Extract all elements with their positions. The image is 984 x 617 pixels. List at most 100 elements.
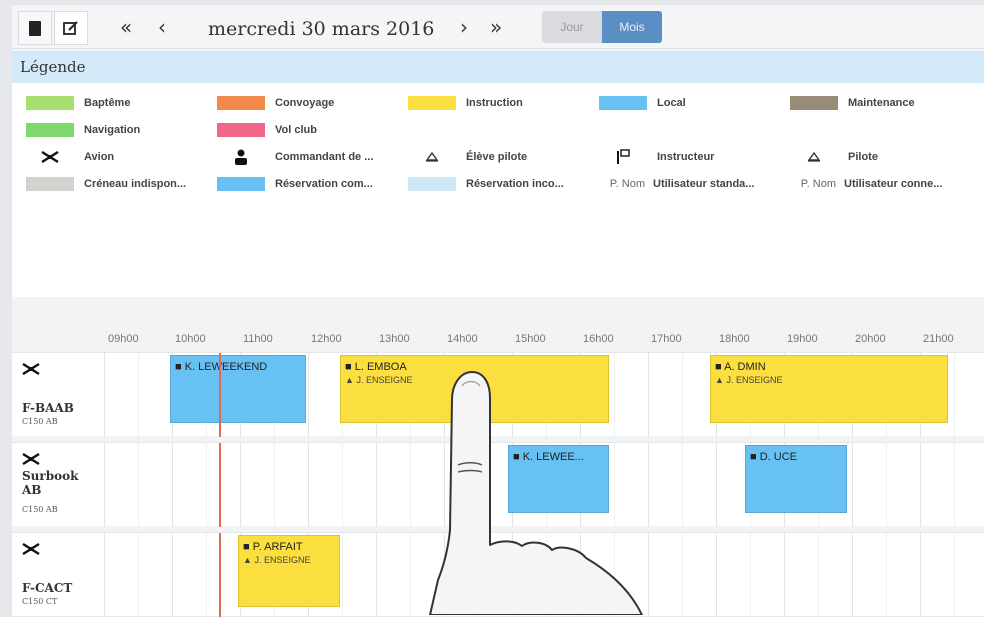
booking-block[interactable]: ■ P. ARFAIT ▲ J. ENSEIGNE — [238, 535, 340, 607]
aircraft-label[interactable]: F-BAAB C150 AB — [22, 353, 102, 437]
airplane-icon — [26, 149, 74, 165]
legend-item-creneau: Créneau indispon... — [26, 174, 186, 194]
booking-block[interactable]: ■ D. UCE — [745, 445, 847, 513]
reservation-confirmed-swatch — [217, 177, 265, 191]
aircraft-label[interactable]: F-CACT C150 CT — [22, 533, 102, 617]
hour-grid-line — [104, 353, 105, 437]
edit-icon — [63, 21, 78, 35]
current-time-line — [219, 443, 221, 527]
edit-button[interactable] — [54, 11, 88, 45]
airplane-icon — [22, 361, 40, 379]
book-icon — [29, 20, 41, 36]
half-hour-grid-line — [614, 533, 615, 617]
legend-item-vol-club: Vol club — [217, 120, 317, 140]
half-hour-grid-line — [750, 533, 751, 617]
booking-block[interactable]: ■ L. EMBOA ▲ J. ENSEIGNE — [340, 355, 609, 423]
hour-label: 11h00 — [243, 333, 273, 345]
aircraft-row: Surbook AB C150 AB ■ K. LEWEE... ■ D. UC… — [12, 442, 984, 527]
aircraft-model: C150 CT — [22, 597, 58, 606]
half-hour-grid-line — [206, 443, 207, 527]
hour-grid-line — [172, 443, 173, 527]
booking-block[interactable]: ■ K. LEWEEKEND — [170, 355, 306, 423]
aircraft-model: C150 AB — [22, 417, 58, 426]
person-icon: ■ — [175, 361, 182, 373]
hour-grid-line — [376, 533, 377, 617]
legend-item-navigation: Navigation — [26, 120, 140, 140]
legend-item-commandant: Commandant de ... — [217, 147, 373, 167]
half-hour-grid-line — [954, 353, 955, 437]
legend-label: Élève pilote — [466, 151, 528, 163]
legend-item-avion: Avion — [26, 147, 114, 167]
half-hour-grid-line — [410, 443, 411, 527]
legend-item-eleve: Élève pilote — [408, 147, 527, 167]
legend-label: Utilisateur conne... — [844, 178, 943, 190]
hour-label: 14h00 — [447, 333, 478, 345]
name-prefix: P. Nom — [609, 178, 645, 190]
half-hour-grid-line — [138, 443, 139, 527]
hour-grid-line — [716, 443, 717, 527]
prev-fast-button[interactable]: « — [120, 15, 132, 39]
legend-label: Réservation com... — [275, 178, 373, 190]
booking-block[interactable]: ■ K. LEWEE... — [508, 445, 609, 513]
hour-grid-line — [580, 533, 581, 617]
instruction-swatch — [408, 96, 456, 110]
half-hour-grid-line — [342, 443, 343, 527]
booking-student: J. ENSEIGNE — [356, 375, 413, 385]
half-hour-grid-line — [546, 533, 547, 617]
legend-label: Baptême — [84, 97, 131, 109]
bapteme-swatch — [26, 96, 74, 110]
hour-label: 16h00 — [583, 333, 614, 345]
hour-grid-line — [240, 443, 241, 527]
current-time-line — [219, 353, 221, 437]
person-icon: ■ — [750, 451, 757, 463]
hour-grid-line — [648, 443, 649, 527]
local-swatch — [599, 96, 647, 110]
hour-label: 15h00 — [515, 333, 546, 345]
prev-button[interactable]: ‹ — [158, 15, 166, 39]
half-hour-grid-line — [478, 533, 479, 617]
legend-item-reservation-confirmee: Réservation com... — [217, 174, 373, 194]
day-view-button[interactable]: Jour — [542, 11, 602, 43]
half-hour-grid-line — [138, 533, 139, 617]
half-hour-grid-line — [614, 353, 615, 437]
hour-grid-line — [852, 443, 853, 527]
half-hour-grid-line — [818, 533, 819, 617]
toolbar: « ‹ mercredi 30 mars 2016 › » Jour Mois — [12, 5, 984, 49]
student-icon — [408, 149, 456, 165]
current-date: mercredi 30 mars 2016 — [208, 18, 435, 40]
hour-grid-line — [444, 533, 445, 617]
legend-label: Avion — [84, 151, 115, 163]
half-hour-grid-line — [886, 443, 887, 527]
person-icon: ■ — [513, 451, 520, 463]
airplane-icon — [22, 451, 40, 469]
half-hour-grid-line — [342, 533, 343, 617]
hour-grid-line — [920, 533, 921, 617]
hour-grid-line — [308, 443, 309, 527]
aircraft-registration: F-BAAB — [22, 401, 74, 415]
next-button[interactable]: › — [460, 15, 468, 39]
legend-panel: Baptême Convoyage Instruction Local Main… — [12, 83, 984, 297]
aircraft-registration: F-CACT — [22, 581, 73, 595]
person-icon — [217, 149, 265, 165]
legend-item-bapteme: Baptême — [26, 93, 130, 113]
next-fast-button[interactable]: » — [490, 15, 502, 39]
booking-pilot: P. ARFAIT — [252, 541, 303, 553]
reservation-incomplete-swatch — [408, 177, 456, 191]
legend-item-maintenance: Maintenance — [790, 93, 915, 113]
legend-label: Instruction — [466, 97, 523, 109]
half-hour-grid-line — [478, 443, 479, 527]
half-hour-grid-line — [886, 533, 887, 617]
half-hour-grid-line — [682, 533, 683, 617]
airplane-icon — [22, 541, 40, 559]
book-view-button[interactable] — [18, 11, 52, 45]
month-view-button[interactable]: Mois — [602, 11, 662, 43]
aircraft-label[interactable]: Surbook AB C150 AB — [22, 443, 102, 527]
legend-header[interactable]: Légende — [12, 51, 984, 83]
navigation-swatch — [26, 123, 74, 137]
booking-pilot: L. EMBOA — [354, 361, 407, 373]
person-icon: ■ — [715, 361, 722, 373]
half-hour-grid-line — [274, 443, 275, 527]
booking-block[interactable]: ■ A. DMIN ▲ J. ENSEIGNE — [710, 355, 948, 423]
hour-grid-line — [784, 533, 785, 617]
legend-label: Utilisateur standa... — [653, 178, 755, 190]
